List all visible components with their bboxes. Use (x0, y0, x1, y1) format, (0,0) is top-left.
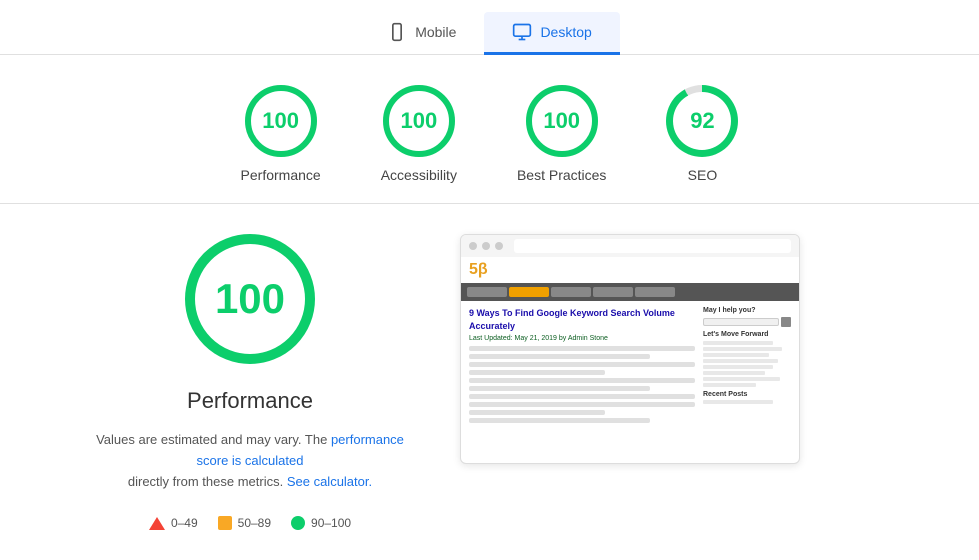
preview-sidebar: May I help you? Let's Move Forward Recen… (703, 307, 791, 426)
nav-item-2 (509, 287, 549, 297)
calculator-link[interactable]: See calculator. (287, 474, 372, 489)
legend-fail: 0–49 (149, 516, 198, 530)
tab-mobile-label: Mobile (415, 24, 456, 40)
score-circle-performance: 100 (245, 85, 317, 157)
preview-line-10 (469, 418, 650, 423)
tab-desktop[interactable]: Desktop (484, 12, 619, 55)
fail-icon (149, 517, 165, 530)
desktop-icon (512, 22, 532, 42)
preview-search-input (703, 318, 779, 326)
score-performance: 100 Performance (241, 85, 321, 183)
score-label-seo: SEO (688, 167, 718, 183)
scores-row: 100 Performance 100 Accessibility 100 Be… (0, 55, 979, 204)
nav-item-5 (635, 287, 675, 297)
preview-search-btn (781, 317, 791, 327)
preview-line-3 (469, 362, 695, 367)
preview-line-5 (469, 378, 695, 383)
preview-logo-area: 5β (461, 257, 799, 283)
mobile-icon (387, 22, 407, 42)
average-icon (218, 516, 232, 530)
preview-main-col: 9 Ways To Find Google Keyword Search Vol… (469, 307, 695, 426)
preview-logo: 5β (469, 261, 488, 279)
preview-article-title: 9 Ways To Find Google Keyword Search Vol… (469, 307, 695, 332)
legend-pass-range: 90–100 (311, 516, 351, 530)
detail-title: Performance (187, 388, 313, 414)
legend-fail-range: 0–49 (171, 516, 198, 530)
preview-line-7 (469, 394, 695, 399)
tab-mobile[interactable]: Mobile (359, 12, 484, 55)
browser-dot-2 (482, 242, 490, 250)
preview-search-bar (703, 317, 791, 327)
preview-line-2 (469, 354, 650, 359)
preview-recent-title: Recent Posts (703, 391, 791, 398)
right-panel: 5β 9 Ways To Find Google Keyword Search … (460, 234, 919, 464)
browser-url-bar (514, 239, 791, 253)
legend-average: 50–89 (218, 516, 271, 530)
score-label-accessibility: Accessibility (381, 167, 457, 183)
preview-line-4 (469, 370, 605, 375)
browser-dot-1 (469, 242, 477, 250)
score-circle-best-practices: 100 (526, 85, 598, 157)
preview-line-8 (469, 402, 695, 407)
nav-item-1 (467, 287, 507, 297)
nav-item-4 (593, 287, 633, 297)
preview-sidebar-subtitle: Let's Move Forward (703, 331, 791, 338)
browser-preview: 5β 9 Ways To Find Google Keyword Search … (460, 234, 800, 464)
big-score-circle: 100 (185, 234, 315, 364)
score-label-best-practices: Best Practices (517, 167, 606, 183)
preview-topbar (461, 283, 799, 301)
tab-bar: Mobile Desktop (0, 0, 979, 55)
preview-line-1 (469, 346, 695, 351)
score-seo: 92 SEO (666, 85, 738, 183)
main-content: 100 Performance Values are estimated and… (0, 204, 979, 560)
detail-description: Values are estimated and may vary. The p… (80, 430, 420, 492)
score-circle-accessibility: 100 (383, 85, 455, 157)
preview-article-area: 9 Ways To Find Google Keyword Search Vol… (461, 301, 799, 432)
preview-sidebar-title: May I help you? (703, 307, 791, 314)
score-legend: 0–49 50–89 90–100 (149, 516, 351, 530)
browser-dot-3 (495, 242, 503, 250)
score-best-practices: 100 Best Practices (517, 85, 606, 183)
preview-article-meta: Last Updated: May 21, 2019 by Admin Ston… (469, 335, 695, 342)
legend-average-range: 50–89 (238, 516, 271, 530)
tab-desktop-label: Desktop (540, 24, 591, 40)
legend-pass: 90–100 (291, 516, 351, 530)
pass-icon (291, 516, 305, 530)
preview-line-9 (469, 410, 605, 415)
preview-line-6 (469, 386, 650, 391)
browser-nav (461, 235, 799, 257)
score-accessibility: 100 Accessibility (381, 85, 457, 183)
score-label-performance: Performance (241, 167, 321, 183)
left-panel: 100 Performance Values are estimated and… (60, 234, 440, 530)
score-circle-seo: 92 (666, 85, 738, 157)
nav-item-3 (551, 287, 591, 297)
